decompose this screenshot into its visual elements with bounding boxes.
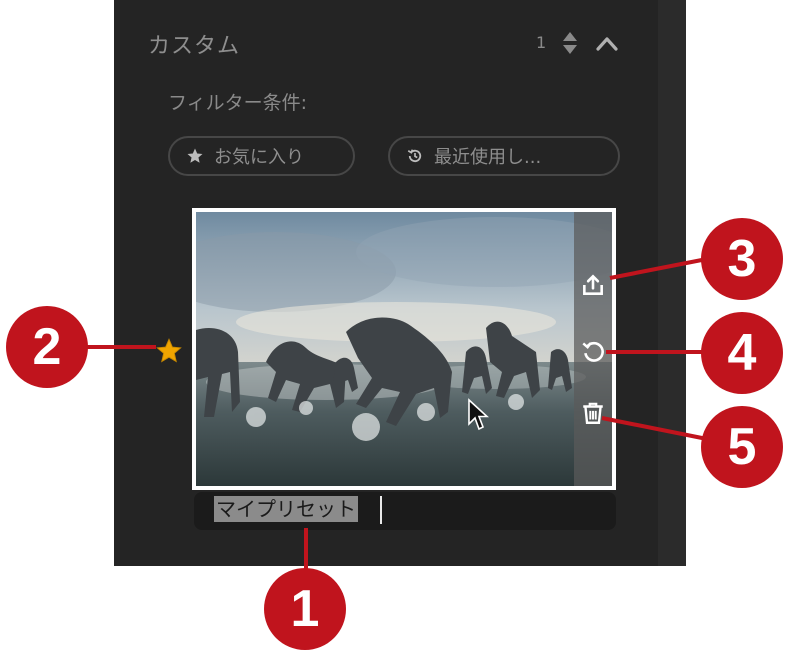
trash-icon xyxy=(583,402,603,424)
reset-button[interactable] xyxy=(578,336,608,366)
filter-label: フィルター条件: xyxy=(168,92,308,114)
text-caret xyxy=(380,496,382,524)
filter-recent-label: 最近使用し... xyxy=(434,147,542,168)
preset-action-bar xyxy=(574,212,612,486)
preset-count: 1 xyxy=(536,33,547,52)
filter-favorites-chip[interactable]: お気に入り xyxy=(168,136,355,176)
preset-name-selection: マイプリセット xyxy=(214,496,358,522)
export-button[interactable] xyxy=(578,270,608,300)
sort-arrows-icon[interactable] xyxy=(562,31,578,55)
callout-4: 4 xyxy=(701,312,783,394)
callout-1: 1 xyxy=(264,568,346,650)
filter-favorites-label: お気に入り xyxy=(214,147,304,168)
upload-icon xyxy=(583,274,603,295)
callout-line-2 xyxy=(80,345,156,349)
filter-recent-chip[interactable]: 最近使用し... xyxy=(388,136,620,176)
callout-2: 2 xyxy=(6,306,88,388)
preset-thumbnail-image xyxy=(196,212,612,486)
callout-5: 5 xyxy=(701,406,783,488)
favorite-star-icon[interactable] xyxy=(155,337,183,365)
collapse-chevron-icon[interactable] xyxy=(594,31,620,55)
history-icon xyxy=(407,149,422,163)
reset-icon xyxy=(582,341,604,362)
scrollbar-track[interactable] xyxy=(658,0,686,566)
preset-thumbnail[interactable] xyxy=(192,208,616,490)
delete-button[interactable] xyxy=(578,398,608,428)
section-title: カスタム xyxy=(148,34,241,59)
callout-3: 3 xyxy=(701,218,783,300)
star-icon xyxy=(187,148,203,163)
mouse-cursor-icon xyxy=(468,398,489,431)
preset-name-field[interactable]: マイプリセット xyxy=(194,492,616,530)
